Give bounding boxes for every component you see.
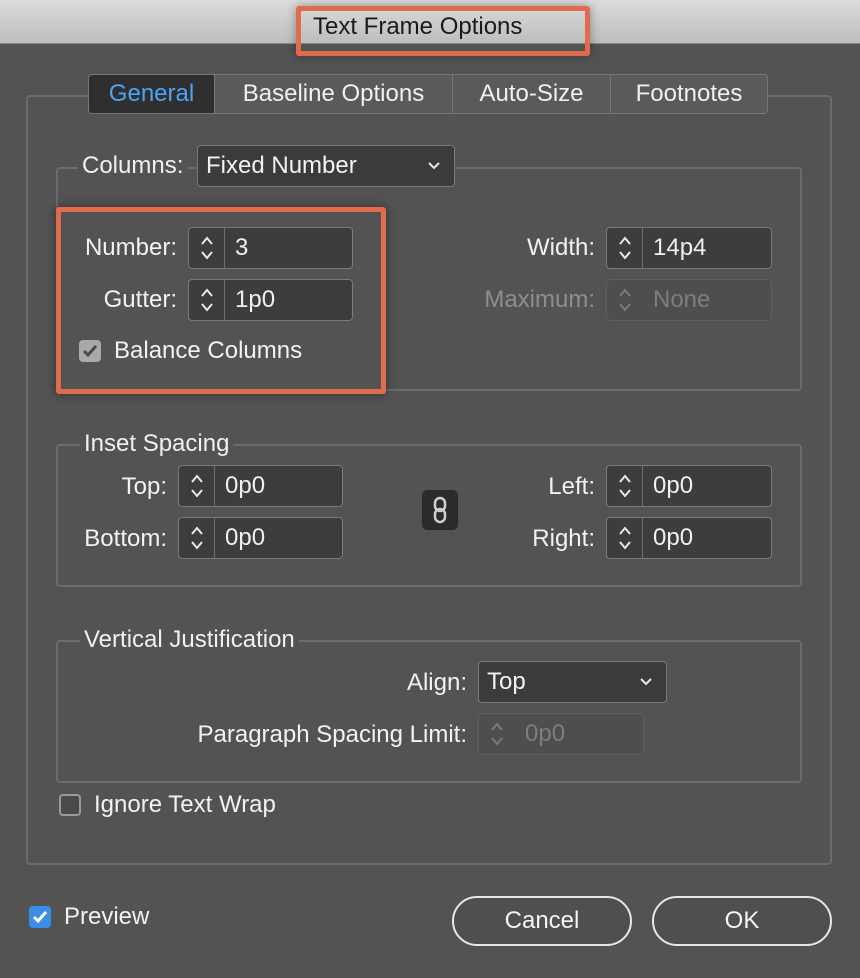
stepper-icon[interactable] — [179, 466, 215, 506]
width-label: Width: — [526, 234, 595, 261]
inset-right-label: Right: — [532, 525, 595, 552]
tab-bar: General Baseline Options Auto-Size Footn… — [88, 74, 768, 114]
paragraph-spacing-limit-label: Paragraph Spacing Limit: — [197, 721, 467, 748]
tab-general[interactable]: General — [89, 75, 215, 113]
columns-type-value: Fixed Number — [206, 152, 357, 179]
inset-top-field[interactable]: 0p0 — [178, 465, 343, 507]
ignore-text-wrap-label: Ignore Text Wrap — [94, 791, 276, 818]
paragraph-spacing-limit-field: 0p0 — [478, 713, 644, 755]
ok-button[interactable]: OK — [652, 896, 832, 946]
stepper-icon — [607, 280, 643, 320]
align-dropdown[interactable]: Top — [478, 661, 667, 703]
chevron-down-icon — [640, 678, 652, 686]
maximum-value: None — [653, 286, 711, 313]
maximum-field: None — [606, 279, 772, 321]
columns-label: Columns: — [78, 152, 188, 180]
width-field[interactable]: 14p4 — [606, 227, 772, 269]
ignore-text-wrap-checkbox[interactable] — [59, 794, 81, 816]
inset-top-value: 0p0 — [225, 472, 266, 499]
inset-bottom-field[interactable]: 0p0 — [178, 517, 343, 559]
stepper-icon[interactable] — [607, 228, 643, 268]
inset-top-label: Top: — [121, 473, 167, 500]
checkmark-icon — [32, 911, 48, 924]
link-icon[interactable] — [422, 490, 458, 530]
inset-left-value: 0p0 — [653, 472, 694, 499]
highlight-box — [56, 207, 386, 394]
columns-type-dropdown[interactable]: Fixed Number — [197, 145, 455, 187]
vertical-justification-label: Vertical Justification — [80, 626, 299, 654]
maximum-label: Maximum: — [484, 286, 595, 313]
preview-checkbox[interactable] — [29, 906, 51, 928]
tab-baseline-options[interactable]: Baseline Options — [215, 75, 453, 113]
inset-right-field[interactable]: 0p0 — [606, 517, 772, 559]
vertical-justification-group — [56, 640, 802, 783]
align-value: Top — [487, 668, 526, 695]
stepper-icon[interactable] — [179, 518, 215, 558]
stepper-icon — [479, 714, 515, 754]
inset-spacing-label: Inset Spacing — [80, 430, 234, 458]
stepper-icon[interactable] — [607, 518, 643, 558]
inset-bottom-label: Bottom: — [84, 525, 167, 552]
inset-left-label: Left: — [548, 473, 595, 500]
tab-footnotes[interactable]: Footnotes — [611, 75, 767, 113]
paragraph-spacing-limit-value: 0p0 — [525, 720, 566, 747]
align-label: Align: — [406, 669, 467, 696]
chevron-down-icon — [428, 162, 440, 170]
stepper-icon[interactable] — [607, 466, 643, 506]
preview-label: Preview — [64, 903, 150, 930]
width-value: 14p4 — [653, 234, 707, 261]
inset-bottom-value: 0p0 — [225, 524, 266, 551]
cancel-button[interactable]: Cancel — [452, 896, 632, 946]
dialog-title: Text Frame Options — [296, 6, 590, 56]
inset-right-value: 0p0 — [653, 524, 694, 551]
inset-left-field[interactable]: 0p0 — [606, 465, 772, 507]
tab-auto-size[interactable]: Auto-Size — [453, 75, 611, 113]
